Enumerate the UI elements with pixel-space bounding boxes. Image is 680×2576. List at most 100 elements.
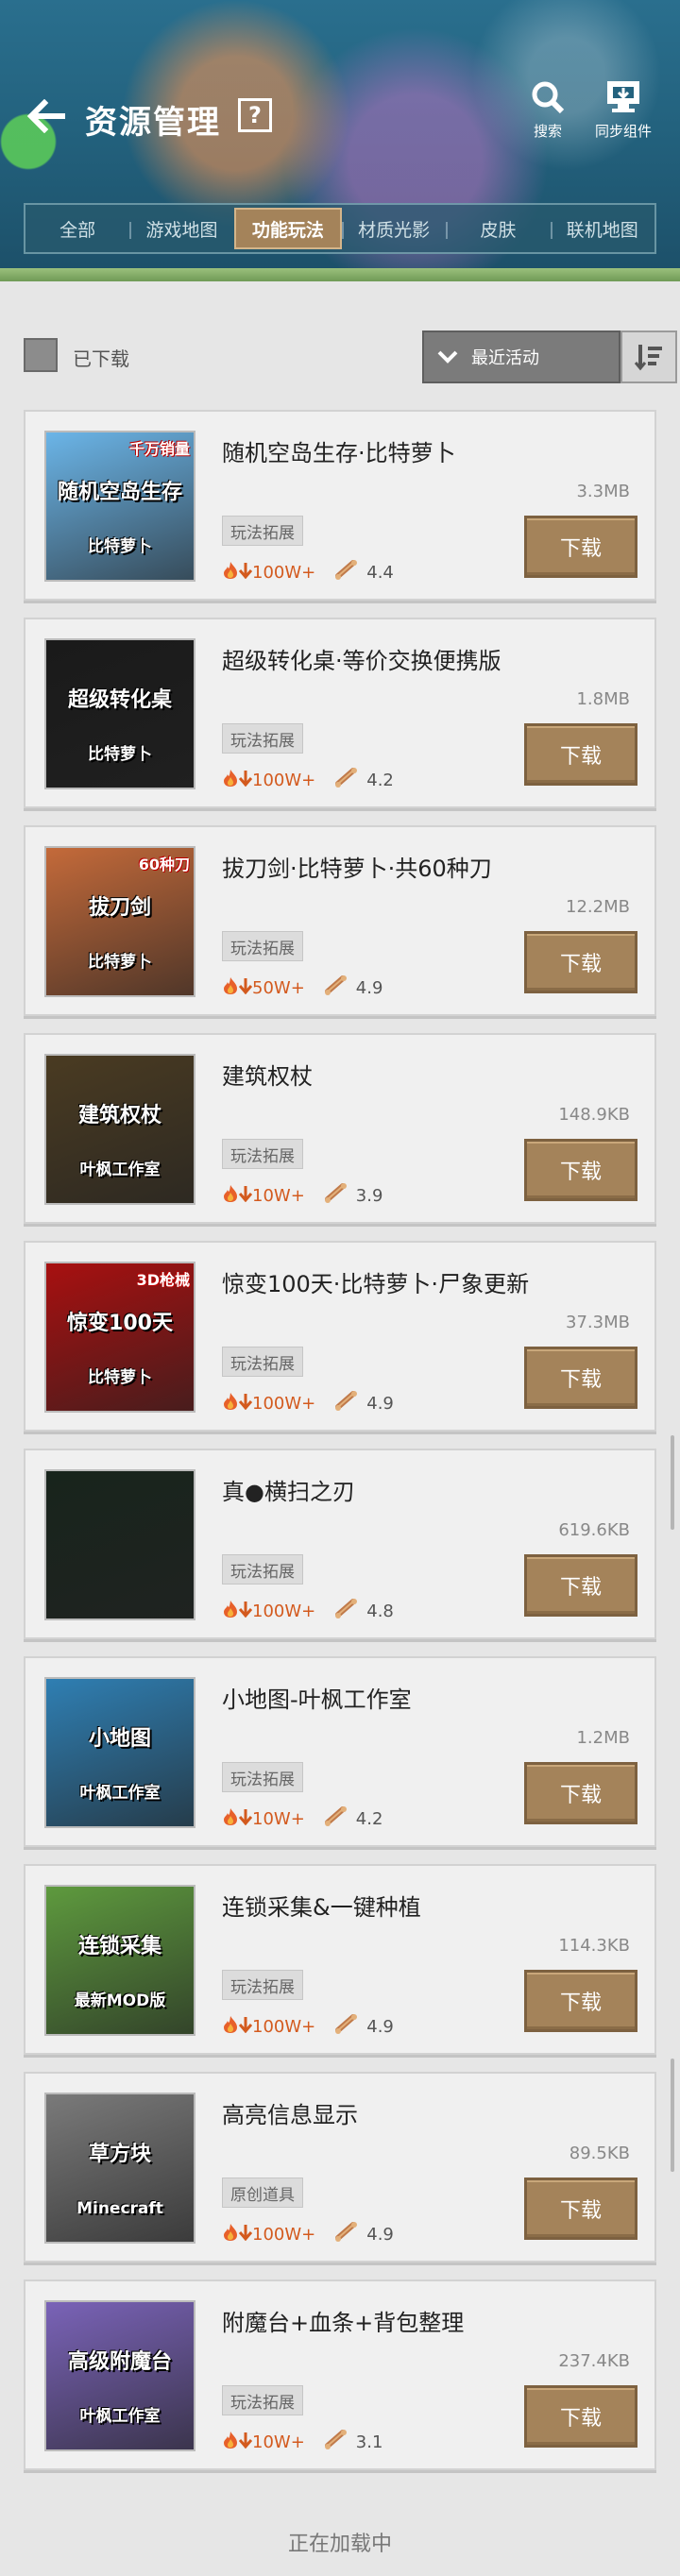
thumbnail-title: 建筑权杖 bbox=[77, 1104, 162, 1127]
thumbnail-subtitle: 比特萝卜 bbox=[88, 1368, 152, 1387]
sync-components-button[interactable]: 同步组件 bbox=[581, 79, 666, 145]
back-button[interactable] bbox=[23, 93, 70, 140]
resource-card[interactable]: 真●横扫之刃 619.6KB 玩法拓展 100W+ 4.8 下载 bbox=[24, 1449, 656, 1639]
sort-label: 最近活动 bbox=[471, 348, 539, 368]
thumbnail-title: 小地图 bbox=[88, 1727, 151, 1751]
rating-value: 4.9 bbox=[366, 1394, 394, 1414]
search-icon bbox=[532, 81, 565, 114]
resource-thumbnail[interactable] bbox=[44, 1469, 196, 1620]
download-button[interactable]: 下载 bbox=[524, 516, 638, 578]
resource-card[interactable]: 小地图 叶枫工作室 小地图-叶枫工作室 1.2MB 玩法拓展 10W+ 4.2 … bbox=[24, 1656, 656, 1847]
scrollbar-thumb[interactable] bbox=[671, 2059, 674, 2172]
download-button[interactable]: 下载 bbox=[524, 2178, 638, 2240]
bone-rating-icon bbox=[324, 1182, 350, 1210]
download-button[interactable]: 下载 bbox=[524, 1554, 638, 1617]
resource-title[interactable]: 建筑权杖 bbox=[222, 1058, 313, 1091]
resource-card[interactable]: 千万销量 随机空岛生存 比特萝卜 随机空岛生存·比特萝卜 3.3MB 玩法拓展 … bbox=[24, 410, 656, 601]
resource-thumbnail[interactable]: 建筑权杖 叶枫工作室 bbox=[44, 1054, 196, 1205]
download-button[interactable]: 下载 bbox=[524, 2385, 638, 2448]
bone-rating-icon bbox=[334, 1598, 361, 1625]
download-button[interactable]: 下载 bbox=[524, 1970, 638, 2032]
resource-title[interactable]: 超级转化桌·等价交换便携版 bbox=[222, 642, 502, 675]
category-tag: 原创道具 bbox=[222, 2178, 303, 2208]
category-tag: 玩法拓展 bbox=[222, 1762, 303, 1792]
rating-value: 3.1 bbox=[355, 2432, 383, 2452]
downloaded-checkbox[interactable] bbox=[24, 338, 58, 372]
resource-thumbnail[interactable]: 草方块 Minecraft bbox=[44, 2093, 196, 2244]
tab-1[interactable]: 游戏地图 bbox=[129, 205, 233, 252]
bone-rating-icon bbox=[334, 559, 361, 586]
resource-thumbnail[interactable]: 超级转化桌 比特萝卜 bbox=[44, 638, 196, 789]
resource-stats: 100W+ 4.9 bbox=[222, 1390, 394, 1417]
resource-card[interactable]: 60种刀 拔刀剑 比特萝卜 拔刀剑·比特萝卜·共60种刀 12.2MB 玩法拓展… bbox=[24, 825, 656, 1016]
rating-value: 4.2 bbox=[355, 1809, 383, 1829]
resource-thumbnail[interactable]: 高级附魔台 叶枫工作室 bbox=[44, 2300, 196, 2451]
bone-rating-icon bbox=[334, 1390, 361, 1417]
help-button[interactable]: ? bbox=[238, 98, 272, 132]
resource-card[interactable]: 3D枪械 惊变100天 比特萝卜 惊变100天·比特萝卜·尸象更新 37.3MB… bbox=[24, 1241, 656, 1432]
resource-title[interactable]: 附魔台+血条+背包整理 bbox=[222, 2304, 464, 2337]
thumbnail-title: 惊变100天 bbox=[67, 1312, 173, 1335]
filter-bar: 已下载 最近活动 bbox=[24, 330, 677, 383]
resource-title[interactable]: 连锁采集&一键种植 bbox=[222, 1889, 421, 1922]
rating-value: 4.9 bbox=[366, 2017, 394, 2037]
category-tag: 玩法拓展 bbox=[222, 931, 303, 961]
flame-icon bbox=[222, 2223, 239, 2246]
download-button[interactable]: 下载 bbox=[524, 1762, 638, 1824]
download-button[interactable]: 下载 bbox=[524, 931, 638, 993]
resource-stats: 100W+ 4.8 bbox=[222, 1598, 394, 1625]
resource-stats: 10W+ 3.1 bbox=[222, 2429, 382, 2456]
resource-title[interactable]: 随机空岛生存·比特萝卜 bbox=[222, 434, 456, 467]
resource-stats: 10W+ 4.2 bbox=[222, 1805, 382, 1833]
tab-3[interactable]: 材质光影 bbox=[341, 205, 446, 252]
resource-thumbnail[interactable]: 连锁采集 最新MOD版 bbox=[44, 1885, 196, 2036]
download-arrow-icon bbox=[238, 977, 253, 999]
download-button[interactable]: 下载 bbox=[524, 1139, 638, 1201]
thumbnail-subtitle: 最新MOD版 bbox=[74, 1991, 166, 2010]
bone-rating-icon bbox=[334, 2221, 361, 2248]
bone-rating-icon bbox=[334, 767, 361, 794]
resource-size: 114.3KB bbox=[558, 1936, 630, 1956]
resource-title[interactable]: 真●横扫之刃 bbox=[222, 1473, 355, 1506]
resource-thumbnail[interactable]: 60种刀 拔刀剑 比特萝卜 bbox=[44, 846, 196, 997]
download-count: 100W+ bbox=[252, 2225, 316, 2245]
resource-title[interactable]: 拔刀剑·比特萝卜·共60种刀 bbox=[222, 850, 492, 883]
category-tag: 玩法拓展 bbox=[222, 1139, 303, 1169]
rating-value: 4.9 bbox=[366, 2225, 394, 2245]
category-tag: 玩法拓展 bbox=[222, 1970, 303, 2000]
resource-stats: 100W+ 4.4 bbox=[222, 559, 394, 586]
download-button[interactable]: 下载 bbox=[524, 723, 638, 786]
resource-card[interactable]: 连锁采集 最新MOD版 连锁采集&一键种植 114.3KB 玩法拓展 100W+… bbox=[24, 1864, 656, 2055]
tab-0[interactable]: 全部 bbox=[26, 205, 129, 252]
resource-thumbnail[interactable]: 千万销量 随机空岛生存 比特萝卜 bbox=[44, 431, 196, 582]
thumbnail-subtitle: 比特萝卜 bbox=[88, 745, 152, 764]
flame-icon bbox=[222, 1392, 239, 1415]
scrollbar[interactable] bbox=[671, 1435, 674, 1530]
download-button[interactable]: 下载 bbox=[524, 1347, 638, 1409]
search-button[interactable]: 搜索 bbox=[505, 79, 590, 145]
resource-thumbnail[interactable]: 3D枪械 惊变100天 比特萝卜 bbox=[44, 1262, 196, 1413]
resource-card[interactable]: 超级转化桌 比特萝卜 超级转化桌·等价交换便携版 1.8MB 玩法拓展 100W… bbox=[24, 618, 656, 808]
resource-stats: 10W+ 3.9 bbox=[222, 1182, 382, 1210]
resource-thumbnail[interactable]: 小地图 叶枫工作室 bbox=[44, 1677, 196, 1828]
resource-stats: 50W+ 4.9 bbox=[222, 974, 382, 1002]
resource-card[interactable]: 建筑权杖 叶枫工作室 建筑权杖 148.9KB 玩法拓展 10W+ 3.9 下载 bbox=[24, 1033, 656, 1224]
sort-order-button[interactable] bbox=[620, 330, 677, 383]
tab-4[interactable]: 皮肤 bbox=[446, 205, 550, 252]
resource-title[interactable]: 高亮信息显示 bbox=[222, 2096, 358, 2129]
resource-title[interactable]: 惊变100天·比特萝卜·尸象更新 bbox=[222, 1265, 529, 1298]
download-count: 100W+ bbox=[252, 1602, 316, 1621]
flame-icon bbox=[222, 561, 239, 585]
tab-2[interactable]: 功能玩法 bbox=[233, 208, 342, 249]
resource-size: 237.4KB bbox=[558, 2351, 630, 2371]
loading-indicator: 正在加载中 bbox=[287, 2533, 392, 2556]
resource-card[interactable]: 草方块 Minecraft 高亮信息显示 89.5KB 原创道具 100W+ 4… bbox=[24, 2072, 656, 2262]
thumbnail-title: 随机空岛生存 bbox=[57, 481, 182, 504]
resource-title[interactable]: 小地图-叶枫工作室 bbox=[222, 1681, 412, 1714]
rating-value: 4.2 bbox=[366, 771, 394, 790]
resource-card[interactable]: 高级附魔台 叶枫工作室 附魔台+血条+背包整理 237.4KB 玩法拓展 10W… bbox=[24, 2279, 656, 2470]
resource-size: 12.2MB bbox=[566, 897, 630, 917]
sort-dropdown[interactable]: 最近活动 bbox=[422, 330, 620, 383]
tab-5[interactable]: 联机地图 bbox=[550, 205, 654, 252]
category-tag: 玩法拓展 bbox=[222, 1347, 303, 1377]
